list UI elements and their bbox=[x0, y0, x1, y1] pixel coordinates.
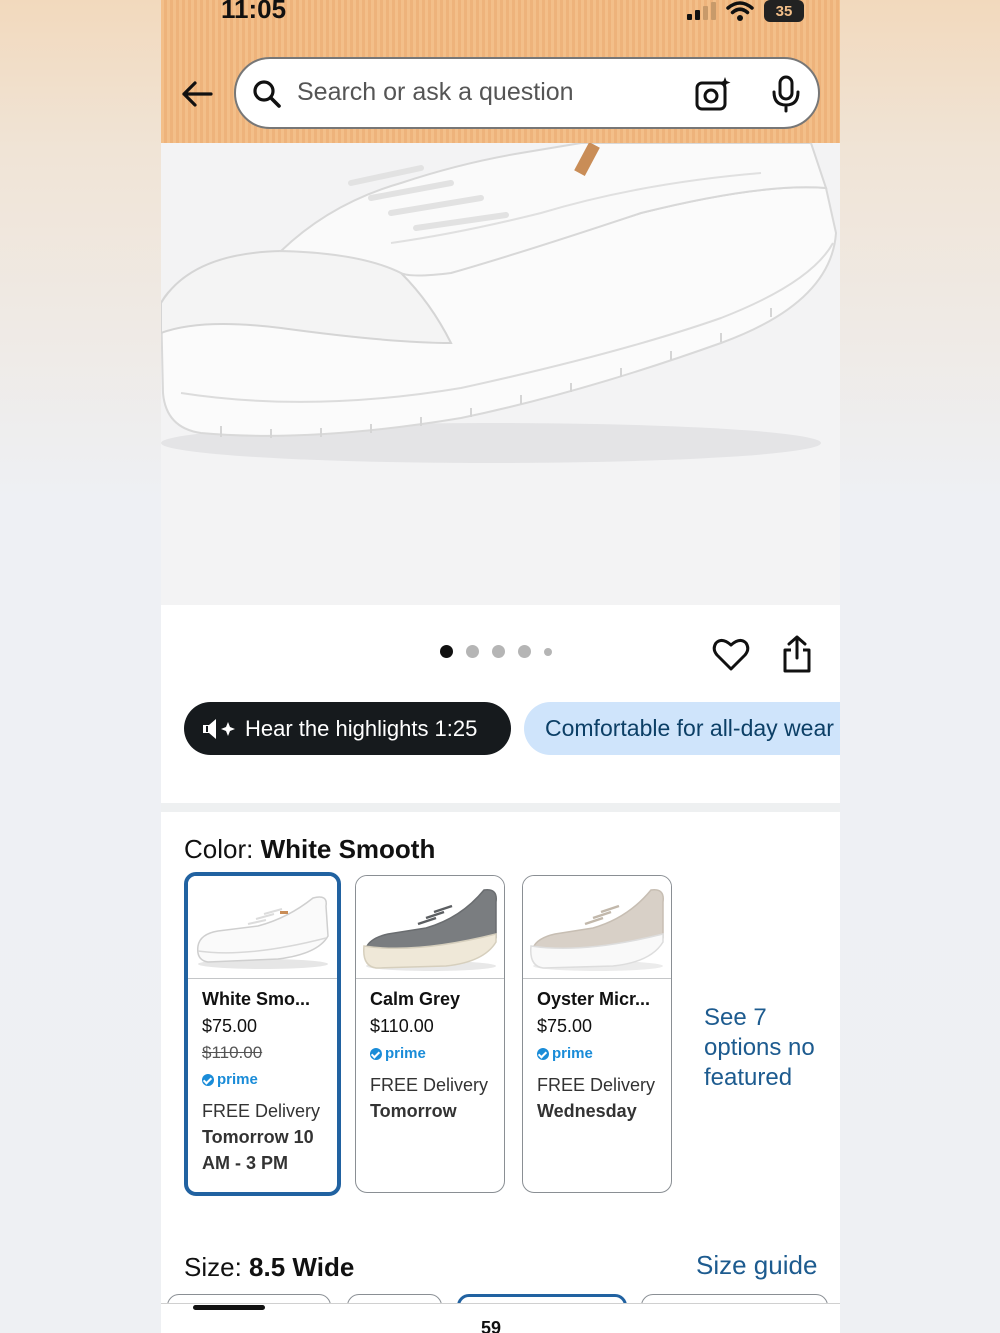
swatch-delivery: FREE Delivery bbox=[202, 1101, 321, 1121]
swatch-delivery: FREE Delivery bbox=[370, 1075, 489, 1095]
swatch-price: $75.00 bbox=[537, 1016, 593, 1036]
prime-label: prime bbox=[385, 1045, 426, 1062]
product-image[interactable] bbox=[161, 143, 840, 605]
color-selected-value: White Smooth bbox=[260, 834, 436, 864]
size-guide-link[interactable]: Size guide bbox=[696, 1250, 817, 1281]
cellular-signal-icon bbox=[687, 2, 716, 20]
swatch-delivery-day: Tomorrow 10 AM - 3 PM bbox=[202, 1127, 314, 1173]
swatch-delivery: FREE Delivery bbox=[537, 1075, 656, 1095]
white-sneaker-image bbox=[161, 143, 838, 463]
battery-icon: 35 bbox=[764, 0, 804, 22]
prime-badge: prime bbox=[370, 1045, 490, 1062]
wifi-icon bbox=[726, 1, 754, 21]
color-heading: Color: White Smooth bbox=[184, 834, 435, 865]
header-bar: 11:05 35 Search or ask a question bbox=[161, 0, 840, 143]
pager-dot[interactable] bbox=[544, 647, 552, 656]
pager-dot[interactable] bbox=[492, 645, 505, 658]
share-icon[interactable] bbox=[781, 634, 813, 674]
swatch-delivery-day: Tomorrow bbox=[370, 1101, 457, 1121]
prime-label: prime bbox=[217, 1071, 258, 1088]
color-option-white-smooth[interactable]: White Smo... $75.00 $110.00 prime FREE D… bbox=[184, 872, 341, 1196]
size-label: Size: bbox=[184, 1252, 242, 1282]
hear-highlights-label: Hear the highlights 1:25 bbox=[245, 715, 478, 741]
pager-dot[interactable] bbox=[466, 645, 479, 658]
swatch-thumbnail bbox=[188, 876, 337, 979]
swatch-thumbnail bbox=[356, 876, 504, 979]
search-input[interactable]: Search or ask a question bbox=[297, 78, 574, 107]
color-label: Color: bbox=[184, 834, 254, 864]
prime-check-icon bbox=[370, 1047, 382, 1060]
see-more-options-link[interactable]: See 7 options no featured bbox=[704, 1003, 840, 1093]
prime-badge: prime bbox=[202, 1071, 323, 1088]
heart-icon[interactable] bbox=[712, 636, 750, 674]
highlight-chip[interactable]: Comfortable for all-day wear bbox=[524, 702, 840, 755]
camera-search-icon[interactable] bbox=[694, 75, 732, 113]
swatch-thumbnail bbox=[523, 876, 671, 979]
prime-check-icon bbox=[202, 1073, 214, 1086]
swatch-price: $110.00 bbox=[370, 1016, 434, 1036]
oyster-sneaker-thumbnail bbox=[530, 889, 664, 971]
swatch-name: White Smo... bbox=[202, 989, 310, 1009]
white-sneaker-thumbnail bbox=[196, 896, 329, 969]
swatch-name: Calm Grey bbox=[370, 989, 461, 1009]
back-arrow-icon[interactable] bbox=[179, 76, 215, 112]
hear-highlights-button[interactable]: Hear the highlights 1:25 bbox=[184, 702, 511, 755]
size-selected-value: 8.5 Wide bbox=[249, 1252, 355, 1282]
color-option-oyster[interactable]: Oyster Micr... $75.00 prime FREE Deliver… bbox=[522, 875, 672, 1193]
swatch-was-price: $110.00 bbox=[202, 1043, 263, 1062]
section-divider bbox=[161, 803, 840, 812]
prime-label: prime bbox=[552, 1045, 593, 1062]
prime-badge: prime bbox=[537, 1045, 657, 1062]
pager-dot[interactable] bbox=[440, 645, 453, 658]
prime-check-icon bbox=[537, 1047, 549, 1060]
size-heading: Size: 8.5 Wide bbox=[184, 1252, 354, 1283]
home-indicator bbox=[193, 1305, 265, 1310]
microphone-icon[interactable] bbox=[770, 75, 802, 113]
swatch-name: Oyster Micr... bbox=[537, 989, 651, 1009]
swatch-price: $75.00 bbox=[202, 1016, 258, 1036]
search-icon bbox=[253, 80, 281, 108]
status-icons: 35 bbox=[687, 0, 804, 22]
swatch-delivery-day: Wednesday bbox=[537, 1101, 637, 1121]
color-option-calm-grey[interactable]: Calm Grey $110.00 prime FREE Delivery To… bbox=[355, 875, 505, 1193]
cart-count-badge[interactable]: 59 bbox=[481, 1318, 501, 1333]
speaker-sparkle-icon bbox=[203, 718, 235, 739]
app-screen: 11:05 35 Search or ask a question Hear t… bbox=[161, 0, 840, 1333]
grey-sneaker-thumbnail bbox=[363, 889, 497, 971]
status-time: 11:05 bbox=[221, 0, 287, 24]
image-pager[interactable] bbox=[440, 645, 552, 658]
pager-dot[interactable] bbox=[518, 645, 531, 658]
search-bar[interactable]: Search or ask a question bbox=[234, 57, 820, 129]
highlight-chip-label: Comfortable for all-day wear bbox=[545, 715, 834, 741]
